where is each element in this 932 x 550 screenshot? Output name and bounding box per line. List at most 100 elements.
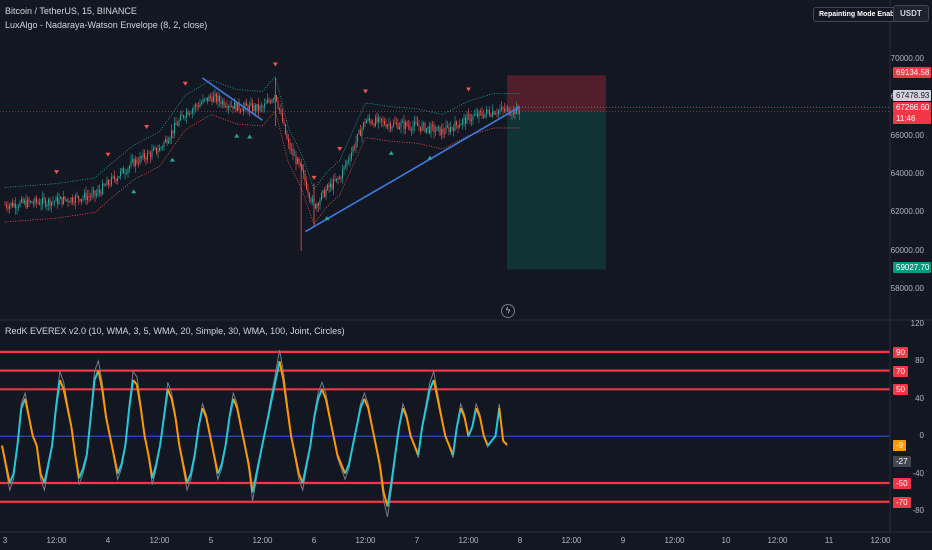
- candle-body: [46, 204, 48, 207]
- oscillator-segment: [193, 426, 200, 456]
- candle-body: [12, 202, 13, 207]
- oscillator-segment: [290, 435, 296, 456]
- candle-body: [178, 120, 180, 126]
- level-tag: -50: [893, 478, 911, 490]
- take-profit-zone: [507, 111, 606, 270]
- candle-body: [358, 130, 360, 134]
- candle-body: [418, 126, 420, 127]
- time-axis-label: 12:00: [561, 536, 582, 545]
- oscillator-segment: [305, 445, 312, 465]
- oscillator-segment: [120, 445, 127, 465]
- indicator-everex-title[interactable]: RedK EVEREX v2.0 (10, WMA, 3, 5, WMA, 20…: [5, 326, 345, 336]
- oscillator-segment: [12, 445, 19, 474]
- oscillator-segment: [467, 426, 474, 437]
- level-tag: 50: [893, 384, 908, 396]
- candle-body: [72, 197, 73, 203]
- candle-body: [114, 176, 115, 180]
- sell-signal-marker: [363, 89, 368, 94]
- oscillator-segment: [440, 417, 447, 437]
- candle-body: [306, 181, 307, 190]
- candle-body: [289, 142, 291, 150]
- symbol-title[interactable]: Bitcoin / TetherUS, 15, BINANCE: [5, 6, 137, 16]
- candle-body: [147, 152, 148, 160]
- candle-body: [463, 117, 465, 120]
- candle-body: [417, 122, 418, 127]
- candle-body: [273, 98, 274, 100]
- candle-body: [130, 161, 132, 167]
- candle-body: [229, 106, 231, 107]
- candle-body: [442, 128, 444, 134]
- candle-body: [202, 99, 204, 103]
- candle-body: [84, 192, 85, 198]
- candle-body: [444, 133, 445, 134]
- indicator-nwe-title[interactable]: LuxAlgo - Nadaraya-Watson Envelope (8, 2…: [5, 20, 207, 30]
- candle-body: [472, 115, 474, 120]
- candle-body: [448, 126, 450, 132]
- buy-signal-marker: [388, 150, 394, 155]
- candle-body: [349, 158, 351, 161]
- candle-body: [180, 114, 181, 121]
- candle-body: [438, 126, 439, 128]
- candle-body: [166, 138, 168, 144]
- currency-button[interactable]: USDT: [893, 5, 929, 22]
- candle-body: [150, 153, 151, 158]
- candle-body: [75, 195, 76, 203]
- time-axis-label: 11: [824, 536, 834, 545]
- sell-signal-marker: [272, 62, 278, 67]
- candle-body: [286, 134, 288, 139]
- candle-body: [145, 158, 147, 160]
- candle-body: [481, 112, 483, 116]
- candle-body: [496, 113, 498, 115]
- candle-body: [225, 105, 226, 107]
- candle-body: [207, 97, 208, 102]
- candle-body: [363, 122, 364, 129]
- time-axis-label: 12:00: [355, 536, 376, 545]
- oscillator-segment: [332, 435, 339, 456]
- candle-body: [157, 151, 159, 154]
- candle-body: [151, 150, 153, 158]
- candle-body: [388, 123, 390, 125]
- candle-body: [307, 189, 309, 194]
- candle-body: [87, 196, 88, 201]
- candle-body: [129, 166, 130, 169]
- candle-body: [262, 106, 264, 108]
- axes: [0, 0, 932, 533]
- current-price-tag: 67266.60: [893, 102, 931, 113]
- candle-body: [466, 114, 468, 124]
- oscillator-segment: [74, 454, 81, 479]
- candle-body: [366, 120, 367, 124]
- lightning-icon[interactable]: ϟ: [501, 304, 515, 318]
- candle-body: [49, 199, 51, 207]
- candle-body: [52, 201, 54, 203]
- candle-body: [60, 197, 61, 199]
- candle-body: [226, 106, 228, 108]
- take-profit-tag: 59027.70: [893, 262, 931, 273]
- candle-body: [432, 124, 433, 126]
- candle-body: [181, 114, 183, 116]
- stop-loss-zone: [507, 75, 606, 112]
- candle-body: [342, 169, 343, 179]
- candle-body: [285, 124, 286, 135]
- candle-body: [474, 114, 475, 116]
- oscillator-segment: [205, 417, 212, 437]
- candle-body: [510, 114, 511, 116]
- chart-canvas[interactable]: [0, 0, 932, 550]
- time-axis-label: 10: [721, 536, 731, 545]
- candle-body: [153, 148, 154, 151]
- candle-body: [447, 126, 448, 127]
- candle-body: [399, 127, 400, 130]
- candle-body: [327, 184, 328, 190]
- candle-body: [376, 117, 378, 123]
- candle-body: [468, 114, 469, 116]
- candle-body: [244, 103, 246, 107]
- buy-signal-marker: [169, 157, 175, 162]
- candle-body: [216, 94, 217, 102]
- candle-body: [379, 117, 381, 119]
- candle-body: [367, 118, 369, 121]
- candle-body: [21, 198, 22, 202]
- candle-body: [348, 160, 349, 162]
- candle-body: [210, 96, 211, 98]
- candle-body: [91, 192, 93, 197]
- candle-body: [15, 203, 16, 209]
- candle-body: [25, 200, 27, 208]
